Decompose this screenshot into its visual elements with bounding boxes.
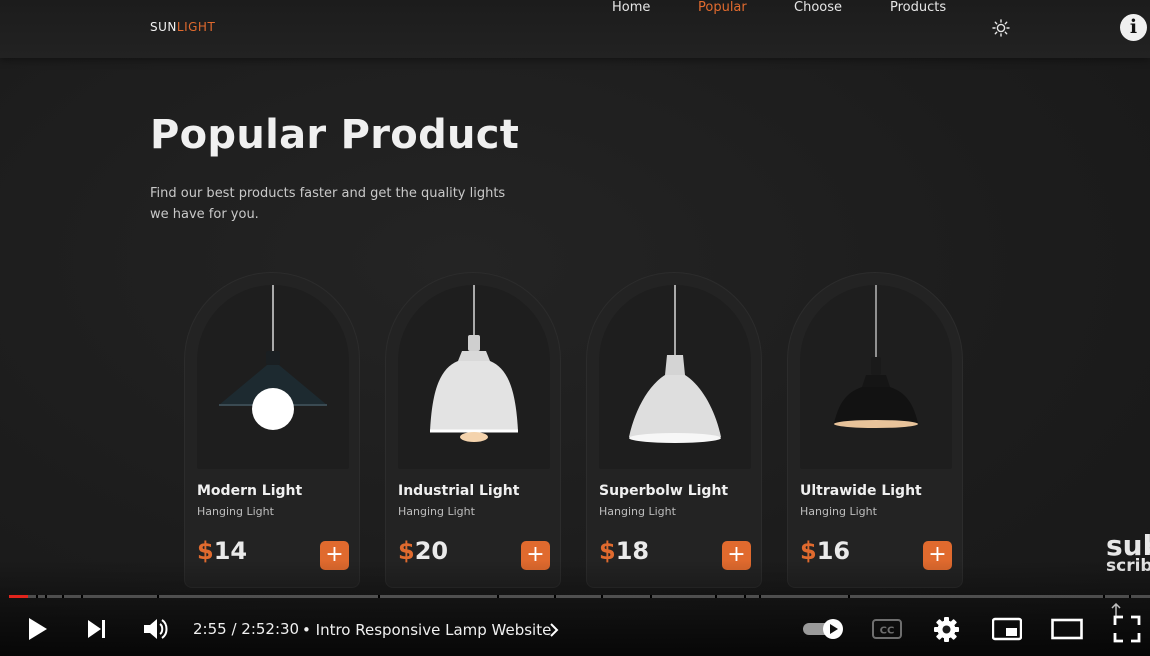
chapter-marker xyxy=(848,595,850,598)
product-card-industrial-light: Industrial Light Hanging Light $20 + xyxy=(385,272,561,588)
sun-icon[interactable] xyxy=(992,19,1010,37)
chevron-right-icon[interactable] xyxy=(549,622,559,638)
nav-choose[interactable]: Choose xyxy=(794,0,842,15)
play-icon[interactable] xyxy=(26,616,50,642)
product-image-ultrawide-light xyxy=(800,285,952,469)
video-frame: SUNLIGHT Home Popular Choose Products i … xyxy=(0,0,1150,656)
product-type: Hanging Light xyxy=(800,505,877,518)
chapter-title-button[interactable]: • Intro Responsive Lamp Website xyxy=(302,621,551,639)
product-image-superbolw-light xyxy=(599,285,751,469)
chapter-marker xyxy=(62,595,64,598)
product-name: Superbolw Light xyxy=(599,483,729,499)
nav-products[interactable]: Products xyxy=(890,0,946,15)
product-type: Hanging Light xyxy=(197,505,274,518)
product-image-industrial-light xyxy=(398,285,550,469)
chapter-marker xyxy=(715,595,717,598)
chapter-marker xyxy=(1129,595,1131,598)
volume-icon[interactable] xyxy=(142,616,170,642)
product-card-superbolw-light: Superbolw Light Hanging Light $18 + xyxy=(586,272,762,588)
section-description: Find our best products faster and get th… xyxy=(150,186,506,222)
subscribe-line-1: sub xyxy=(1106,529,1150,562)
chapter-marker xyxy=(650,595,652,598)
chapter-marker xyxy=(1103,595,1105,598)
site-header: SUNLIGHT Home Popular Choose Products xyxy=(0,0,1150,58)
autoplay-toggle[interactable] xyxy=(802,618,846,640)
product-name: Ultrawide Light xyxy=(800,483,922,499)
chapter-marker xyxy=(759,595,761,598)
site-logo[interactable]: SUNLIGHT xyxy=(150,20,215,34)
progress-played xyxy=(9,595,29,598)
chapter-marker xyxy=(601,595,603,598)
theater-icon[interactable] xyxy=(1051,618,1083,640)
svg-text:CC: CC xyxy=(880,626,895,637)
controls-scrim xyxy=(0,560,1150,656)
time-display: 2:55 / 2:52:30 xyxy=(193,620,300,638)
settings-icon[interactable] xyxy=(933,616,960,643)
product-type: Hanging Light xyxy=(398,505,475,518)
chapter-marker xyxy=(554,595,556,598)
chapter-marker xyxy=(81,595,83,598)
product-name: Modern Light xyxy=(197,483,303,499)
nav-popular[interactable]: Popular xyxy=(698,0,747,15)
product-card-ultrawide-light: Ultrawide Light Hanging Light $16 + xyxy=(787,272,963,588)
logo-main: SUN xyxy=(150,20,177,34)
lamp-image xyxy=(430,285,518,442)
chapter-title: Intro Responsive Lamp Website xyxy=(315,621,552,639)
section-title: Popular Product xyxy=(150,112,520,158)
lamp-image xyxy=(219,285,327,430)
chapter-marker xyxy=(36,595,38,598)
lamp-image xyxy=(629,285,721,443)
product-image-modern-light xyxy=(197,285,349,469)
product-type: Hanging Light xyxy=(599,505,676,518)
product-name: Industrial Light xyxy=(398,483,520,499)
nav-home[interactable]: Home xyxy=(612,0,650,15)
chapter-marker xyxy=(45,595,47,598)
chapter-marker xyxy=(744,595,746,598)
chapter-separator: • xyxy=(302,621,311,639)
product-card-modern-light: Modern Light Hanging Light $14 + xyxy=(184,272,360,588)
chapter-marker xyxy=(378,595,380,598)
logo-accent: LIGHT xyxy=(176,20,216,34)
next-icon[interactable] xyxy=(85,617,109,641)
captions-icon[interactable]: CC xyxy=(872,618,902,640)
fullscreen-icon[interactable] xyxy=(1113,615,1141,643)
progress-bar[interactable] xyxy=(9,595,1150,598)
info-icon[interactable]: i xyxy=(1120,14,1147,41)
chapter-marker xyxy=(157,595,159,598)
lamp-image xyxy=(834,285,918,428)
miniplayer-icon[interactable] xyxy=(992,617,1022,641)
chapter-marker xyxy=(497,595,499,598)
